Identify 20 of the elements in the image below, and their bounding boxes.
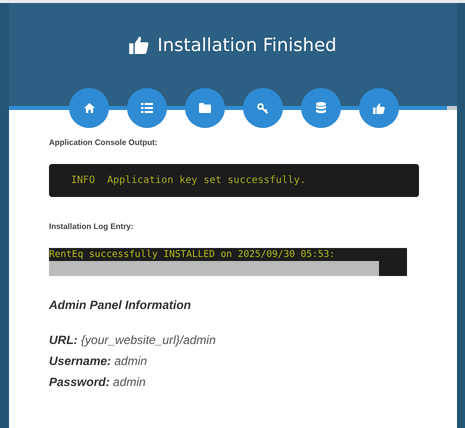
thumbs-up-icon [373, 102, 385, 114]
admin-heading: Admin Panel Information [49, 298, 192, 312]
home-icon [84, 103, 94, 113]
key-icon [257, 102, 269, 114]
log-entry: RentEq successfully INSTALLED on 2025/09/30 05:53: [49, 248, 336, 261]
thumbs-up-icon [129, 36, 150, 54]
console-output: INFO Application key set successfully. [49, 164, 419, 197]
field-value: admin [113, 375, 146, 389]
field-label: Username: [49, 354, 112, 368]
field-label: Password: [49, 375, 110, 389]
scrollbar[interactable] [49, 261, 379, 276]
database-icon [316, 102, 326, 114]
field-label: URL: [49, 333, 78, 347]
page-title: Installation Finished [157, 34, 337, 56]
field-value: admin [114, 354, 148, 368]
folder-icon [199, 103, 211, 113]
section-label: Installation Log Entry: [49, 222, 134, 231]
list-icon [141, 103, 153, 113]
field-value: {your_website_url}/admin [81, 333, 216, 347]
section-label: Application Console Output: [49, 138, 158, 147]
